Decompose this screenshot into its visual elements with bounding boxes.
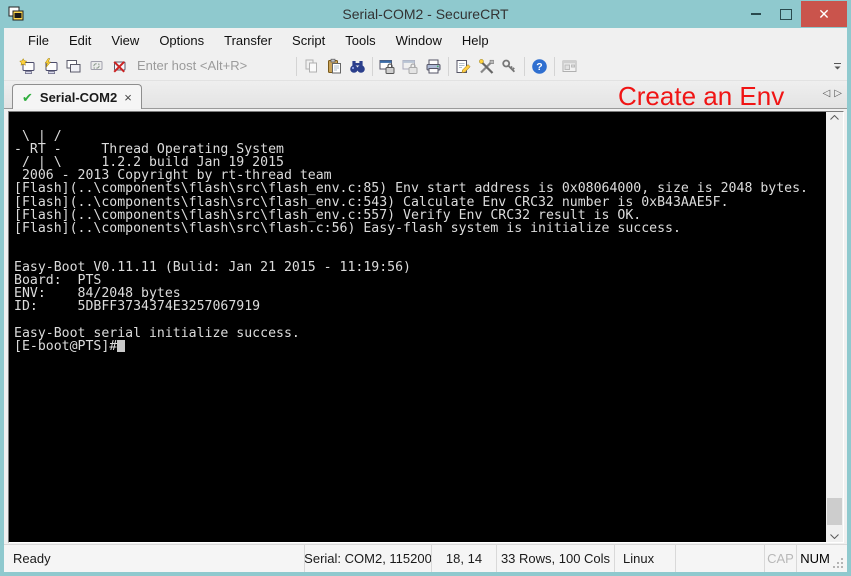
print-icon	[425, 58, 442, 75]
find-button[interactable]	[346, 55, 369, 77]
resize-grip[interactable]	[833, 545, 847, 572]
session-options-icon	[455, 58, 472, 75]
connected-check-icon: ✔	[22, 91, 33, 104]
status-spacer	[675, 545, 764, 572]
app-icon	[8, 6, 25, 22]
toolbar-overflow-icon	[833, 62, 842, 71]
toolbar-separator	[554, 57, 555, 76]
resize-grip-icon	[841, 566, 843, 568]
tab-serial-com2[interactable]: ✔ Serial-COM2 ×	[12, 84, 142, 109]
key-icon	[501, 58, 518, 75]
minimize-icon	[751, 13, 761, 15]
menu-tools[interactable]: Tools	[335, 30, 385, 51]
tab-label: Serial-COM2	[40, 90, 117, 105]
annotation-text: Create an Env	[618, 81, 784, 112]
toolbar-overflow-button[interactable]	[833, 62, 842, 71]
session-manager-button[interactable]	[558, 55, 581, 77]
status-serial: Serial: COM2, 115200	[304, 545, 431, 572]
lock-session-disabled-icon	[402, 58, 419, 75]
toolbar-separator	[296, 57, 297, 76]
lock-session-disabled-button[interactable]	[399, 55, 422, 77]
menu-transfer[interactable]: Transfer	[214, 30, 282, 51]
global-options-icon	[478, 58, 495, 75]
connect-button[interactable]	[16, 55, 39, 77]
menu-script[interactable]: Script	[282, 30, 335, 51]
status-num-lock: NUM	[796, 545, 833, 572]
menu-edit[interactable]: Edit	[59, 30, 101, 51]
tab-scroll-left-icon[interactable]: ◁	[823, 89, 831, 99]
toolbar-separator	[372, 57, 373, 76]
client-area: File Edit View Options Transfer Script T…	[4, 28, 847, 572]
reconnect-button[interactable]	[85, 55, 108, 77]
disconnect-icon	[111, 58, 128, 75]
copy-button[interactable]	[300, 55, 323, 77]
scroll-up-icon[interactable]	[830, 115, 839, 120]
title-bar[interactable]: Serial-COM2 - SecureCRT ✕	[0, 0, 851, 28]
scroll-down-icon[interactable]	[830, 534, 839, 539]
host-input[interactable]: Enter host <Alt+R>	[131, 56, 293, 76]
global-options-button[interactable]	[475, 55, 498, 77]
vertical-scrollbar[interactable]	[826, 112, 843, 542]
menu-bar: File Edit View Options Transfer Script T…	[4, 28, 847, 52]
status-emulation: Linux	[614, 545, 675, 572]
status-caps-lock: CAP	[764, 545, 796, 572]
tab-bar: ✔ Serial-COM2 × Create an Env ◁ ▷	[4, 81, 847, 109]
menu-help[interactable]: Help	[452, 30, 499, 51]
maximize-button[interactable]	[771, 1, 801, 27]
menu-options[interactable]: Options	[149, 30, 214, 51]
terminal-frame: \ | / - RT - Thread Operating System / |…	[8, 111, 844, 543]
terminal-text[interactable]: \ | / - RT - Thread Operating System / |…	[9, 112, 826, 542]
close-button[interactable]: ✕	[801, 1, 847, 27]
connect-icon	[19, 58, 36, 75]
maximize-icon	[780, 9, 792, 20]
terminal-cursor	[117, 340, 125, 352]
copy-icon	[303, 58, 320, 75]
session-manager-icon	[561, 58, 578, 75]
paste-button[interactable]	[323, 55, 346, 77]
menu-view[interactable]: View	[101, 30, 149, 51]
toolbar: Enter host <Alt+R> ?	[4, 52, 847, 81]
paste-icon	[326, 58, 343, 75]
scrollbar-thumb[interactable]	[827, 498, 842, 525]
print-button[interactable]	[422, 55, 445, 77]
window-title: Serial-COM2 - SecureCRT	[0, 6, 851, 22]
securecrt-window: Serial-COM2 - SecureCRT ✕ File Edit View…	[0, 0, 851, 576]
terminal-area: \ | / - RT - Thread Operating System / |…	[4, 109, 847, 544]
quick-connect-button[interactable]	[39, 55, 62, 77]
svg-text:?: ?	[536, 61, 542, 73]
session-options-button[interactable]	[452, 55, 475, 77]
menu-file[interactable]: File	[18, 30, 59, 51]
help-icon: ?	[531, 58, 548, 75]
status-grid-size: 33 Rows, 100 Cols	[496, 545, 614, 572]
status-bar: Ready Serial: COM2, 115200 18, 14 33 Row…	[4, 544, 847, 572]
toolbar-separator	[448, 57, 449, 76]
clone-session-button[interactable]	[62, 55, 85, 77]
toolbar-separator	[524, 57, 525, 76]
clone-session-icon	[65, 58, 82, 75]
minimize-button[interactable]	[741, 1, 771, 27]
menu-window[interactable]: Window	[386, 30, 452, 51]
help-button[interactable]: ?	[528, 55, 551, 77]
disconnect-button[interactable]	[108, 55, 131, 77]
reconnect-icon	[88, 58, 105, 75]
tab-close-icon[interactable]: ×	[124, 91, 132, 104]
quick-connect-icon	[42, 58, 59, 75]
close-icon: ✕	[818, 6, 830, 23]
key-button[interactable]	[498, 55, 521, 77]
lock-session-button[interactable]	[376, 55, 399, 77]
status-ready: Ready	[4, 545, 304, 572]
status-cursor-position: 18, 14	[431, 545, 496, 572]
find-icon	[349, 58, 366, 75]
tab-scroll-right-icon[interactable]: ▷	[834, 89, 842, 99]
lock-session-icon	[379, 58, 396, 75]
